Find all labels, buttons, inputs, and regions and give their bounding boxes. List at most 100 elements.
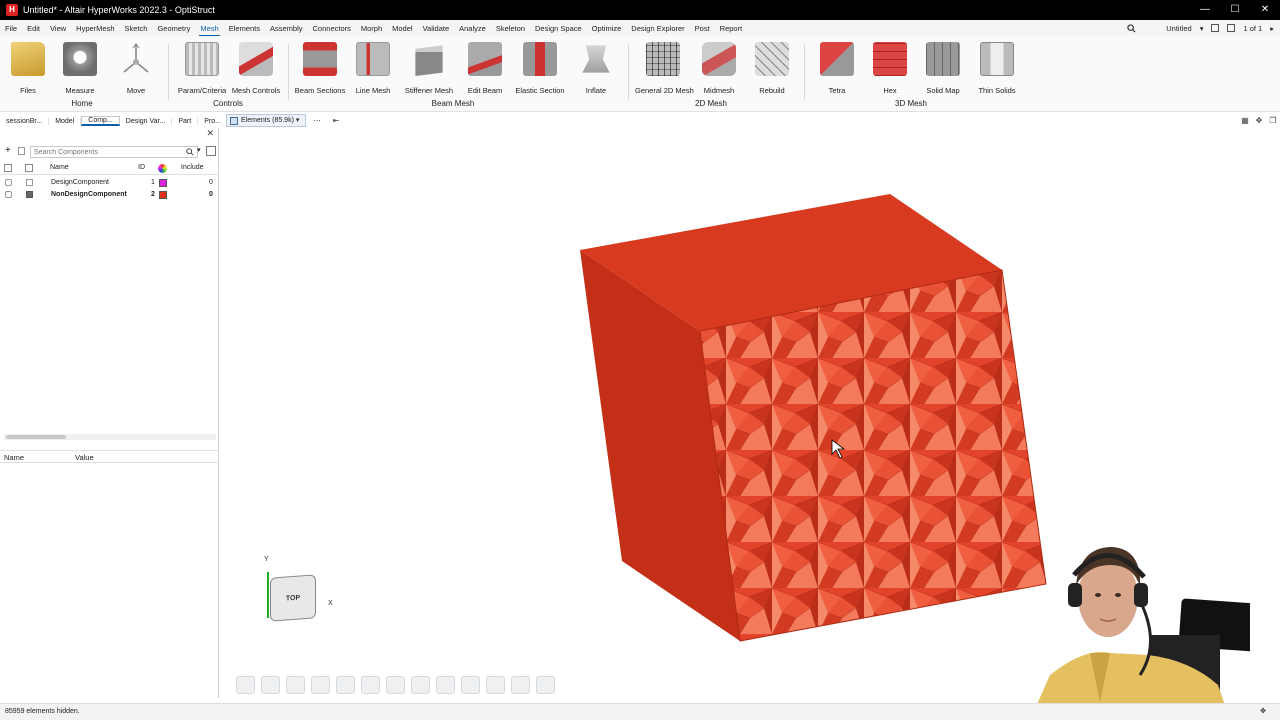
search-options-icon[interactable]: ▾ [197,146,201,154]
entity-column-icon[interactable] [25,164,33,172]
add-icon[interactable]: + [5,145,11,156]
property-column-value[interactable]: Value [75,453,94,462]
menu-validate[interactable]: Validate [418,24,455,33]
elements-selector[interactable]: Elements (85.9k) ▾ [226,114,306,127]
midmesh-tool[interactable]: Midmesh [691,42,747,95]
menu-design-explorer[interactable]: Design Explorer [626,24,689,33]
visibility-icon[interactable] [5,179,12,186]
clip-icon[interactable] [436,676,455,694]
mesh-controls-tool[interactable]: Mesh Controls [228,42,284,95]
beam-sections-tool[interactable]: Beam Sections [292,42,348,95]
search-icon[interactable] [1127,23,1136,33]
tab-part[interactable]: Part [172,117,199,125]
view-box-icon[interactable] [336,676,355,694]
fit-view-icon[interactable] [311,676,330,694]
group-3d-mesh-label[interactable]: 3D Mesh [895,99,927,108]
graphics-viewport[interactable]: Y TOP X [220,128,1280,720]
tab-design-variables[interactable]: Design Var... [120,117,173,125]
menu-hypermesh[interactable]: HyperMesh [71,24,119,33]
page-next-icon[interactable]: ▸ [1270,24,1274,33]
zoom-window-icon[interactable] [386,676,405,694]
view-globe-icon[interactable] [261,676,280,694]
visibility-column-icon[interactable] [4,164,12,172]
tetra-tool[interactable]: Tetra [809,42,865,95]
scrollbar-thumb[interactable] [6,435,66,439]
pan-icon[interactable]: ✥ [1252,114,1266,127]
view-orient-icon[interactable] [361,676,380,694]
solid-map-tool[interactable]: Solid Map [915,42,971,95]
search-icon[interactable] [186,148,194,156]
column-name[interactable]: Name [50,164,69,171]
visibility-icon[interactable] [5,191,12,198]
group-2d-mesh-label[interactable]: 2D Mesh [695,99,727,108]
thin-solids-tool[interactable]: Thin Solids [969,42,1025,95]
menu-model[interactable]: Model [387,24,417,33]
table-row[interactable]: DesignComponent 1 0 [0,177,219,189]
menu-analyze[interactable]: Analyze [454,24,491,33]
menu-design-space[interactable]: Design Space [530,24,587,33]
page-options-icon[interactable] [1227,24,1236,32]
more-icon[interactable]: ⋯ [310,114,324,127]
menu-mesh[interactable]: Mesh [195,24,223,37]
session-dropdown[interactable]: Untitled [1166,24,1191,33]
section-cut-icon[interactable] [411,676,430,694]
horizontal-scrollbar[interactable] [4,434,216,440]
rebuild-tool[interactable]: Rebuild [744,42,800,95]
hex-tool[interactable]: Hex [862,42,918,95]
menu-edit[interactable]: Edit [22,24,45,33]
tab-properties[interactable]: Pro... [198,117,228,125]
param-criteria-tool[interactable]: Param/Criteria [174,42,230,95]
page-layout-icon[interactable] [1211,24,1220,32]
minimize-button[interactable]: — [1190,0,1220,20]
menu-elements[interactable]: Elements [224,24,265,33]
menu-optimize[interactable]: Optimize [587,24,627,33]
rotate-icon[interactable] [286,676,305,694]
maximize-button[interactable]: ☐ [1220,0,1250,20]
stiffener-mesh-tool[interactable]: Stiffener Mesh [401,42,457,95]
menu-sketch[interactable]: Sketch [120,24,153,33]
cube-cut-face[interactable] [700,270,1046,641]
color-column-icon[interactable] [158,164,167,173]
component-color-swatch[interactable] [159,179,167,187]
magnifier-icon[interactable] [486,676,505,694]
inflate-tool[interactable]: Inflate [568,42,624,95]
menu-post[interactable]: Post [690,24,715,33]
menu-assembly[interactable]: Assembly [265,24,308,33]
view-cube-top[interactable]: TOP [270,574,316,622]
measure-icon[interactable] [511,676,530,694]
window-restore-icon[interactable]: ❐ [1266,114,1280,127]
move-tool[interactable]: Move [108,42,164,95]
menu-skeleton[interactable]: Skeleton [491,24,530,33]
delete-icon[interactable] [18,147,25,155]
component-color-swatch[interactable] [159,191,167,199]
menu-file[interactable]: File [0,24,22,33]
property-column-name[interactable]: Name [4,453,24,462]
view-triad[interactable]: Y TOP X [262,556,342,636]
menu-view[interactable]: View [45,24,71,33]
menu-geometry[interactable]: Geometry [152,24,195,33]
table-row[interactable]: NonDesignComponent 2 0 [0,189,219,201]
elastic-section-tool[interactable]: Elastic Section [512,42,568,95]
group-beam-mesh-label[interactable]: Beam Mesh [432,99,475,108]
settings-icon[interactable]: ✥ [1260,704,1266,719]
tab-components[interactable]: Comp... [81,116,120,126]
line-mesh-tool[interactable]: Line Mesh [345,42,401,95]
filter-icon[interactable] [206,146,216,156]
hand-icon[interactable] [536,676,555,694]
close-icon[interactable]: ✕ [206,128,214,139]
menu-morph[interactable]: Morph [356,24,387,33]
tab-model[interactable]: Model [49,117,82,125]
search-input[interactable] [30,146,198,158]
menu-report[interactable]: Report [715,24,748,33]
edit-beam-tool[interactable]: Edit Beam [457,42,513,95]
menu-connectors[interactable]: Connectors [308,24,356,33]
column-include[interactable]: Include [181,164,204,171]
view-layout-icon[interactable]: ▦ [1238,114,1252,127]
general-2d-mesh-tool[interactable]: General 2D Mesh [635,42,694,95]
files-tool[interactable]: Files [0,42,56,95]
close-window-button[interactable]: ✕ [1250,0,1280,20]
tab-session-browser[interactable]: sessionBr... [0,117,50,125]
axes-icon[interactable] [461,676,480,694]
collapse-icon[interactable]: ⇤ [329,114,343,127]
view-options-icon[interactable] [236,676,255,694]
